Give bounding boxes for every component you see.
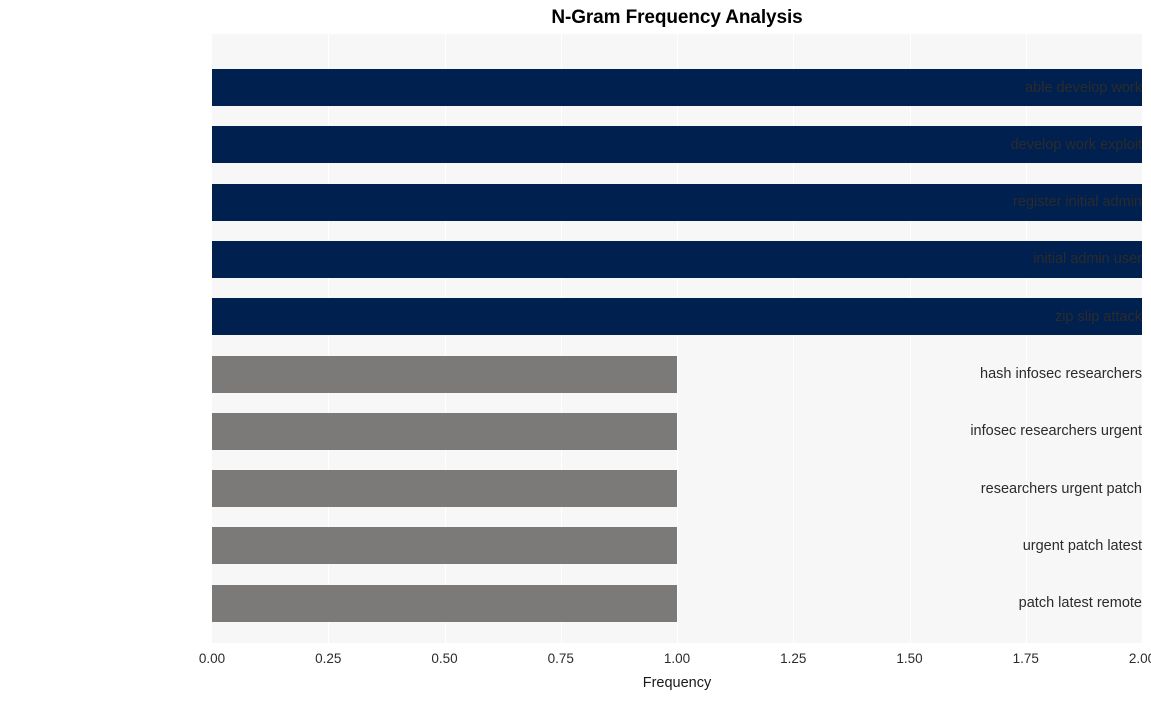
- x-axis-tick-label: 1.50: [896, 651, 923, 666]
- bar[interactable]: [212, 527, 677, 565]
- y-axis-tick-label: initial admin user: [1033, 251, 1142, 268]
- y-axis-tick-label: infosec researchers urgent: [970, 423, 1142, 440]
- bar[interactable]: [212, 355, 677, 393]
- chart-title: N-Gram Frequency Analysis: [551, 7, 803, 28]
- chart-figure: N-Gram Frequency Analysis able develop w…: [0, 0, 1151, 701]
- x-axis-tick-label: 0.00: [198, 651, 226, 666]
- y-axis-tick-label: researchers urgent patch: [980, 480, 1142, 497]
- x-axis-tick-label: 0.75: [547, 651, 574, 666]
- y-axis-tick-label: patch latest remote: [1018, 595, 1142, 612]
- y-axis-tick-label: register initial admin: [1013, 194, 1142, 211]
- x-axis-title: Frequency: [642, 675, 712, 691]
- x-axis-tick-label: 1.75: [1012, 651, 1039, 666]
- y-axis-tick-label: hash infosec researchers: [980, 366, 1142, 382]
- y-axis-tick-label: able develop work: [1025, 79, 1142, 96]
- x-axis-tick-label: 1.25: [780, 651, 807, 666]
- bar[interactable]: [212, 470, 677, 508]
- bar[interactable]: [212, 412, 677, 450]
- x-axis-tick-label: 2.00: [1128, 651, 1151, 666]
- x-axis-tick-label: 0.50: [431, 651, 458, 666]
- y-axis-tick-label: develop work exploit: [1010, 136, 1142, 153]
- y-axis-tick-label: zip slip attack: [1054, 308, 1142, 325]
- x-axis-tick-label: 0.25: [315, 651, 342, 666]
- x-axis-tick-label: 1.00: [663, 651, 691, 666]
- bar[interactable]: [212, 584, 677, 622]
- y-axis-tick-label: urgent patch latest: [1022, 537, 1142, 554]
